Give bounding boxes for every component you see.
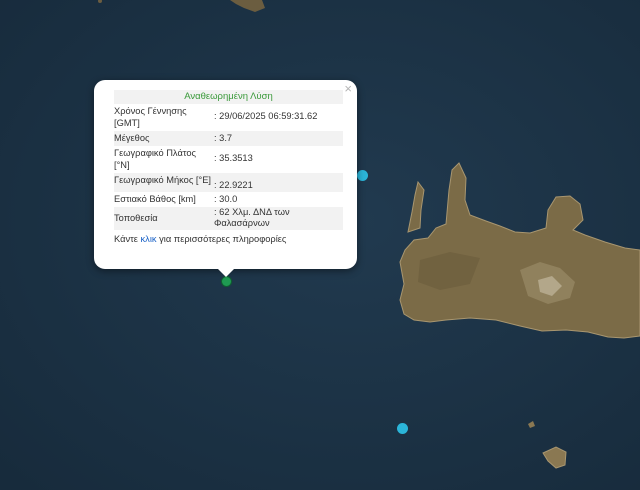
earthquake-marker[interactable] [397, 423, 408, 434]
info-value: : 30.0 [214, 193, 238, 204]
info-value: : 3.7 [214, 131, 343, 146]
popup-pointer [218, 269, 234, 277]
info-row-location: Τοποθεσία : 62 Χλμ. ΔΝΔ των Φαλασάρνων [114, 206, 343, 230]
info-row-latitude: Γεωγραφικό Πλάτος [°N] : 35.3513 [114, 146, 343, 173]
earthquake-marker[interactable] [357, 170, 368, 181]
info-row-depth: Εστιακό Βάθος [km] : 30.0 [114, 192, 343, 207]
close-icon[interactable]: × [344, 82, 352, 96]
info-label: Χρόνος Γέννησης [GMT] [114, 106, 187, 128]
info-row-time: Χρόνος Γέννησης [GMT] : 29/06/2025 06:59… [114, 104, 343, 131]
more-info-link[interactable]: κλικ [141, 234, 157, 244]
info-label: Μέγεθος [114, 131, 214, 146]
info-row-longitude: Γεωγραφικό Μήκος [°E] : 22.9221 [114, 173, 343, 192]
info-value: : 35.3513 [214, 153, 253, 163]
info-row-magnitude: Μέγεθος : 3.7 [114, 131, 343, 146]
info-value: : 22.9221 [214, 173, 343, 192]
info-value: : 29/06/2025 06:59:31.62 [214, 111, 318, 121]
more-info-text: Κάντε κλικ για περισσότερες πληροφορίες [114, 233, 343, 245]
info-label: Γεωγραφικό Μήκος [°E] [114, 173, 214, 192]
earthquake-popup: × Αναθεωρημένη Λύση Χρόνος Γέννησης [GMT… [94, 80, 357, 277]
info-value: : 62 Χλμ. ΔΝΔ των Φαλασάρνων [214, 206, 343, 230]
info-label: Τοποθεσία [114, 206, 214, 230]
selected-earthquake-marker[interactable] [221, 276, 232, 287]
info-label: Γεωγραφικό Πλάτος [°N] [114, 148, 197, 170]
more-info-suffix: για περισσότερες πληροφορίες [156, 233, 287, 244]
map-view[interactable]: × Αναθεωρημένη Λύση Χρόνος Γέννησης [GMT… [0, 0, 640, 490]
earthquake-info-table: Χρόνος Γέννησης [GMT] : 29/06/2025 06:59… [114, 104, 343, 230]
more-info-prefix: Κάντε [114, 233, 141, 244]
popup-title: Αναθεωρημένη Λύση [114, 90, 343, 104]
info-label: Εστιακό Βάθος [km] [114, 193, 196, 204]
